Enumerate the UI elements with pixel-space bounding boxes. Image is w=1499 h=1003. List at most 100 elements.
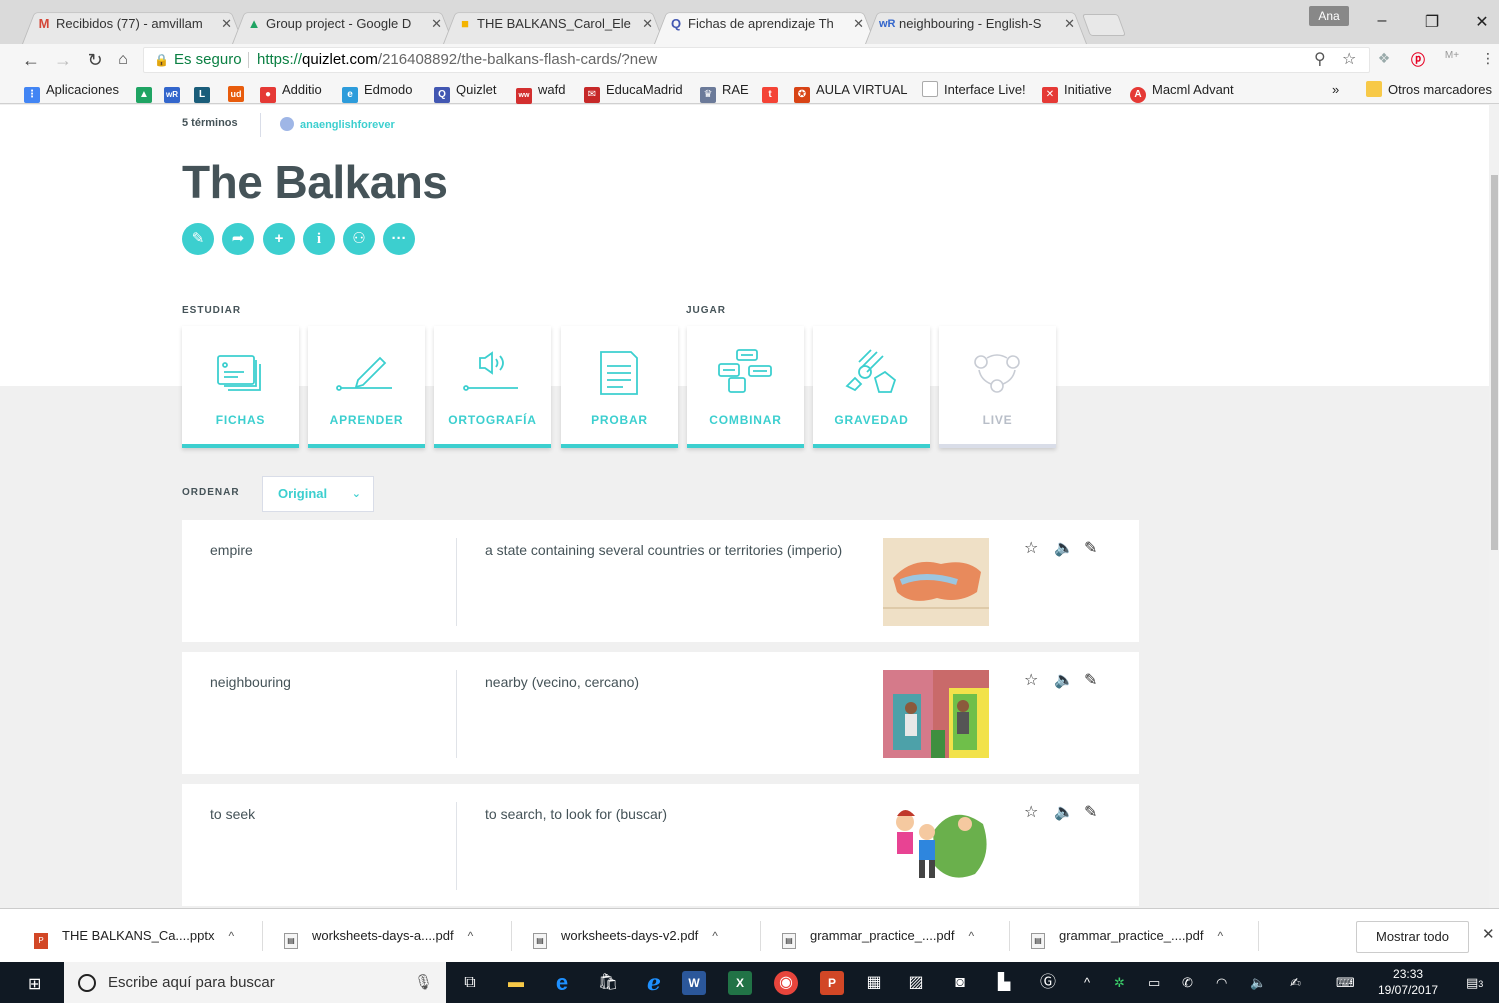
close-tab-icon[interactable]: ✕ — [431, 8, 442, 40]
task-view-icon[interactable]: ⧉ — [458, 971, 482, 995]
close-tab-icon[interactable]: ✕ — [221, 8, 232, 40]
dropbox-extension-icon[interactable]: ❖ — [1374, 50, 1394, 67]
chevron-up-icon[interactable]: ^ — [468, 929, 474, 943]
star-icon[interactable]: ☆ — [1024, 538, 1054, 558]
star-icon[interactable]: ☆ — [1024, 670, 1054, 690]
chevron-up-icon[interactable]: ^ — [228, 929, 234, 943]
connect-icon[interactable]: ▙ — [992, 971, 1016, 995]
star-icon[interactable]: ☆ — [1024, 802, 1054, 822]
chevron-up-icon[interactable]: ^ — [969, 929, 975, 943]
photos-icon[interactable]: ▨ — [904, 971, 928, 995]
mode-probar[interactable]: PROBAR — [561, 326, 678, 448]
mode-combinar[interactable]: COMBINAR — [687, 326, 804, 448]
mode-live[interactable]: LIVE — [939, 326, 1056, 448]
keyboard-tray-icon[interactable]: ⌨ — [1336, 962, 1355, 1003]
new-tab-button[interactable] — [1081, 14, 1127, 36]
system-clock[interactable]: 23:33 19/07/2017 — [1378, 966, 1438, 998]
close-window-icon[interactable]: ✕ — [1472, 12, 1492, 32]
mplus-extension-icon[interactable]: M+ — [1442, 50, 1462, 61]
restore-icon[interactable]: ❐ — [1422, 12, 1442, 32]
bookmark-linguee[interactable]: L — [194, 81, 216, 103]
app-g-icon[interactable]: Ⓖ — [1036, 971, 1060, 995]
pen-tray-icon[interactable]: ✍ — [1290, 962, 1301, 1003]
chevron-up-icon[interactable]: ^ — [1218, 929, 1224, 943]
bookmark-macml[interactable]: A Macml Advant — [1130, 81, 1234, 103]
download-item[interactable]: ▤ grammar_practice_....pdf ^ — [782, 909, 974, 963]
close-tab-icon[interactable]: ✕ — [642, 8, 653, 40]
hide-and-seek-image[interactable] — [883, 802, 989, 890]
edge-icon[interactable]: e — [550, 971, 574, 995]
edit-pencil-icon[interactable]: ✎ — [1084, 670, 1114, 690]
profile-button[interactable]: Ana — [1309, 6, 1349, 26]
bookmark-quizlet[interactable]: Q Quizlet — [434, 81, 496, 103]
volume-tray-icon[interactable]: 🔈 — [1250, 962, 1266, 1003]
download-item[interactable]: P THE BALKANS_Ca....pptx ^ — [34, 909, 234, 963]
bookmark-interface-live[interactable]: Interface Live! — [922, 81, 1026, 99]
bookmark-edmodo[interactable]: e Edmodo — [342, 81, 412, 103]
sync-tray-icon[interactable]: ✲ — [1114, 962, 1125, 1003]
powerpoint-icon[interactable]: P — [820, 971, 844, 995]
back-arrow-icon[interactable]: ← — [20, 49, 42, 71]
tab-balkans-slides[interactable]: ■ THE BALKANS_Carol_Elen ✕ — [443, 8, 665, 44]
mode-fichas[interactable]: FICHAS — [182, 326, 299, 448]
download-item[interactable]: ▤ worksheets-days-v2.pdf ^ — [533, 909, 718, 963]
battery-tray-icon[interactable]: ▭ — [1148, 962, 1160, 1003]
bookmark-aula-virtual[interactable]: ✪ AULA VIRTUAL — [794, 81, 908, 103]
bookmark-aplicaciones[interactable]: ⋮ Aplicaciones — [24, 81, 119, 103]
mode-ortografia[interactable]: ORTOGRAFÍA — [434, 326, 551, 448]
tab-group-project[interactable]: ▲ Group project - Google D ✕ — [232, 8, 454, 44]
network-tray-icon[interactable]: ✆ — [1182, 962, 1193, 1003]
chrome-icon[interactable]: ◉ — [774, 971, 798, 995]
download-item[interactable]: ▤ worksheets-days-a....pdf ^ — [284, 909, 473, 963]
mode-gravedad[interactable]: GRAVEDAD — [813, 326, 930, 448]
creator-link[interactable]: anaenglishforever — [280, 117, 395, 131]
forward-arrow-icon[interactable]: → — [52, 49, 74, 71]
minimize-icon[interactable]: – — [1372, 12, 1392, 30]
chrome-menu-icon[interactable]: ⋮ — [1478, 50, 1498, 67]
bookmark-additio[interactable]: ● Additio — [260, 81, 322, 103]
add-plus-icon[interactable]: + — [263, 223, 295, 255]
taskbar-search-box[interactable]: Escribe aquí para buscar 🎙 — [64, 962, 446, 1003]
bookmark-ud[interactable]: ud — [228, 81, 250, 102]
share-arrow-icon[interactable]: ➦ — [222, 223, 254, 255]
address-bar[interactable]: 🔒 Es seguro https://quizlet.com/21640889… — [143, 47, 1370, 73]
more-options-icon[interactable]: ··· — [383, 223, 415, 255]
bookmarks-more-chevron[interactable]: » — [1332, 81, 1339, 99]
camera-icon[interactable]: ◙ — [948, 971, 972, 995]
windows-start-icon[interactable]: ⊞ — [28, 974, 41, 994]
reload-icon[interactable]: ↻ — [84, 49, 106, 71]
bookmark-educamadrid[interactable]: ✉ EducaMadrid — [584, 81, 683, 103]
calculator-icon[interactable]: ▦ — [862, 971, 886, 995]
home-icon[interactable]: ⌂ — [112, 49, 134, 71]
bookmark-otros-marcadores[interactable]: Otros marcadores — [1366, 81, 1492, 99]
download-item[interactable]: ▤ grammar_practice_....pdf ^ — [1031, 909, 1223, 963]
tray-chevron-icon[interactable]: ^ — [1084, 962, 1090, 1003]
class-people-icon[interactable]: ⚇ — [343, 223, 375, 255]
edit-pencil-icon[interactable]: ✎ — [182, 223, 214, 255]
edit-pencil-icon[interactable]: ✎ — [1084, 538, 1114, 558]
internet-explorer-icon[interactable]: ℯ — [642, 971, 666, 995]
pinterest-extension-icon[interactable]: ⓟ — [1408, 50, 1428, 70]
edit-pencil-icon[interactable]: ✎ — [1084, 802, 1114, 822]
zoom-icon[interactable]: ⚲ — [1314, 48, 1326, 72]
audio-speaker-icon[interactable]: 🔈 — [1054, 538, 1084, 558]
excel-icon[interactable]: X — [728, 971, 752, 995]
audio-speaker-icon[interactable]: 🔈 — [1054, 670, 1084, 690]
info-icon[interactable]: i — [303, 223, 335, 255]
bookmark-wafd[interactable]: ww wafd — [516, 81, 565, 104]
word-icon[interactable]: W — [682, 971, 706, 995]
microphone-icon[interactable]: 🎙 — [414, 962, 433, 1003]
wifi-tray-icon[interactable]: ◠ — [1216, 962, 1227, 1003]
chevron-up-icon[interactable]: ^ — [712, 929, 718, 943]
bookmark-star-icon[interactable]: ☆ — [1342, 48, 1356, 72]
show-all-downloads-button[interactable]: Mostrar todo — [1356, 921, 1469, 953]
close-tab-icon[interactable]: ✕ — [853, 8, 864, 40]
close-tab-icon[interactable]: ✕ — [1064, 8, 1075, 40]
bookmark-wordreference[interactable]: wR — [164, 81, 186, 103]
scrollbar-thumb[interactable] — [1491, 175, 1498, 550]
audio-speaker-icon[interactable]: 🔈 — [1054, 802, 1084, 822]
close-downloads-icon[interactable]: ✕ — [1482, 925, 1495, 943]
bookmark-t[interactable]: t — [762, 81, 784, 103]
tab-wordreference[interactable]: wR neighbouring - English-S ✕ — [865, 8, 1087, 44]
sort-dropdown[interactable]: Original ⌄ — [262, 476, 374, 512]
